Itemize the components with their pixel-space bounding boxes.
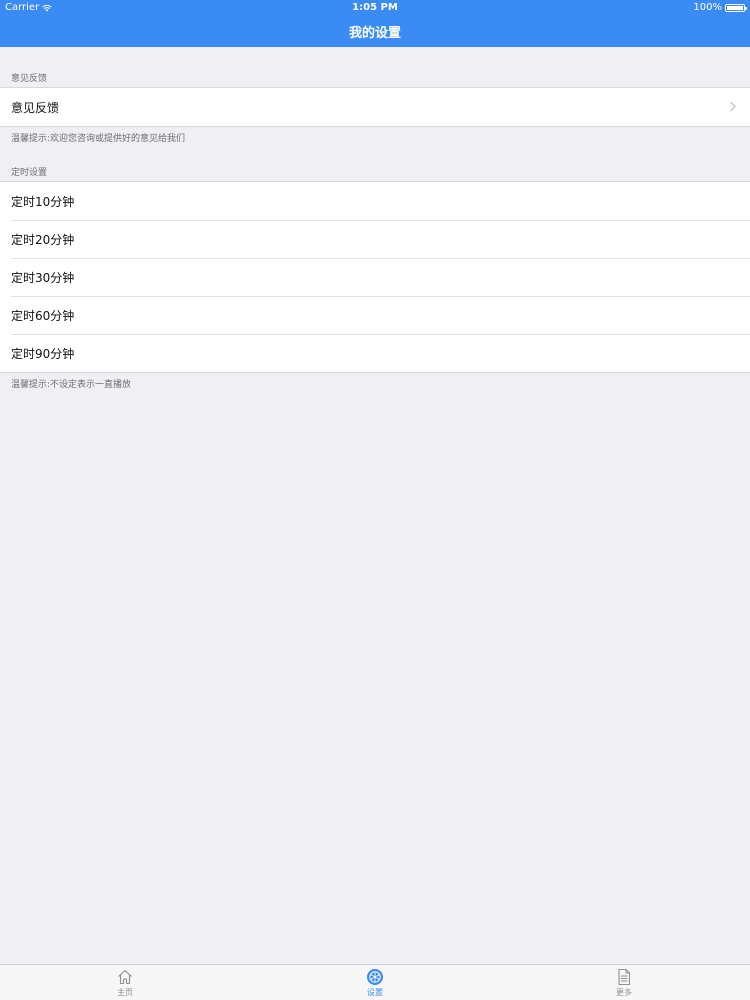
feedback-section-footer: 温馨提示:欢迎您咨询或提供好的意见给我们	[11, 134, 186, 144]
feedback-group: 意见反馈	[0, 87, 750, 127]
tab-more[interactable]: 更多	[594, 968, 654, 998]
settings-icon	[367, 969, 383, 985]
feedback-row-label: 意见反馈	[11, 100, 60, 115]
timer-row-label: 定时30分钟	[11, 270, 75, 285]
settings-screen: Carrier 1:05 PM 100% 我的设置 意见反馈 意见反馈 温馨提示…	[0, 0, 750, 1000]
tab-label: 主页	[117, 988, 133, 997]
timer-60-row[interactable]: 定时60分钟	[0, 296, 750, 334]
status-time: 1:05 PM	[352, 2, 398, 13]
timer-row-label: 定时60分钟	[11, 308, 75, 323]
tab-label: 设置	[367, 988, 383, 997]
timer-group: 定时10分钟 定时20分钟 定时30分钟 定时60分钟 定时90分钟	[0, 181, 750, 373]
timer-20-row[interactable]: 定时20分钟	[0, 220, 750, 258]
timer-30-row[interactable]: 定时30分钟	[0, 258, 750, 296]
timer-row-label: 定时20分钟	[11, 232, 75, 247]
battery-indicator: 100%	[693, 2, 747, 13]
document-icon	[618, 968, 631, 986]
home-icon	[118, 969, 132, 985]
feedback-row[interactable]: 意见反馈	[0, 88, 750, 126]
status-bar: Carrier 1:05 PM 100%	[0, 0, 750, 16]
feedback-section-header: 意见反馈	[11, 74, 48, 84]
top-bar: Carrier 1:05 PM 100% 我的设置	[0, 0, 750, 47]
battery-percent: 100%	[693, 2, 722, 13]
timer-section-footer: 温馨提示:不设定表示一直播放	[11, 380, 132, 390]
battery-icon	[725, 3, 747, 12]
timer-section-header: 定时设置	[11, 168, 48, 178]
page-title: 我的设置	[348, 26, 401, 41]
tab-home[interactable]: 主页	[95, 968, 155, 998]
timer-90-row[interactable]: 定时90分钟	[0, 334, 750, 372]
tab-bar: 主页 设置 更多	[0, 964, 750, 1000]
tab-label: 更多	[616, 988, 632, 997]
timer-10-row[interactable]: 定时10分钟	[0, 182, 750, 220]
timer-row-label: 定时10分钟	[11, 194, 75, 209]
timer-row-label: 定时90分钟	[11, 346, 75, 361]
tab-settings[interactable]: 设置	[345, 968, 405, 998]
chevron-right-icon	[730, 101, 736, 112]
